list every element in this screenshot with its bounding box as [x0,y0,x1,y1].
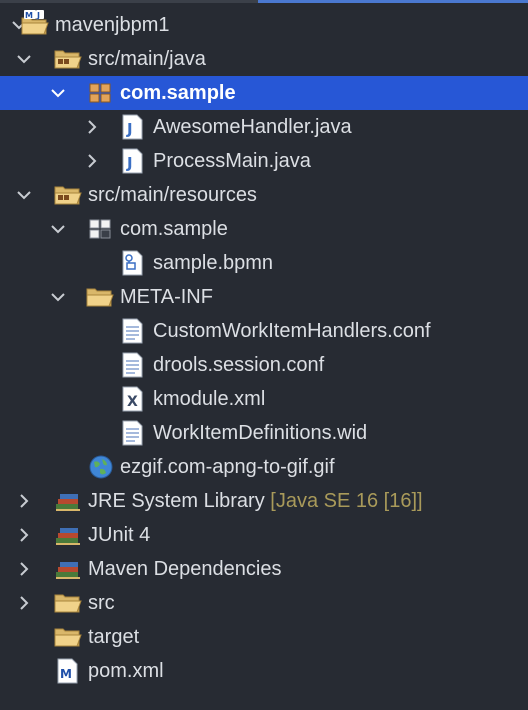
tree-item-sample-bpmn[interactable]: sample.bpmn [0,246,528,280]
maven-project-icon: M J [20,10,49,36]
tree-item-label: JRE System Library [Java SE 16 [16]] [88,484,423,518]
chevron-right-icon[interactable] [83,144,101,178]
tree-item-label: kmodule.xml [153,388,266,410]
tree-item-label: src/main/resources [88,184,257,206]
tree-item-label: Maven Dependencies [88,558,282,580]
java-file-icon: J [121,148,147,174]
tree-item-label: JUnit 4 [88,524,151,546]
svg-text:J: J [36,11,40,20]
tree-item-label: com.sample [120,218,228,240]
chevron-down-icon[interactable] [15,42,33,76]
chevron-right-icon[interactable] [15,518,33,552]
tree-item-workitem-definitions[interactable]: WorkItemDefinitions.wid [0,416,528,450]
tree-item-label: sample.bpmn [153,252,274,274]
folder-icon [86,284,114,310]
tree-item-maven-dependencies[interactable]: Maven Dependencies [0,552,528,586]
svg-text:J: J [126,154,133,172]
folder-icon [54,624,82,650]
chevron-down-icon[interactable] [49,76,67,110]
xml-file-icon: X [121,386,147,412]
svg-text:J: J [126,120,133,138]
chevron-right-icon[interactable] [15,552,33,586]
svg-text:M: M [25,11,33,20]
tree-item-label: drools.session.conf [153,354,325,376]
tree-item-target[interactable]: target [0,620,528,654]
source-folder-icon [54,182,82,208]
tree-item-resources-com-sample[interactable]: com.sample [0,212,528,246]
tree-item-label: WorkItemDefinitions.wid [153,422,368,444]
tree-item-src-main-resources[interactable]: src/main/resources [0,178,528,212]
tree-item-awesome-handler[interactable]: J AwesomeHandler.java [0,110,528,144]
top-edge-accent [258,0,528,3]
text-file-icon [121,318,147,344]
tree-item-label: target [88,626,140,648]
tree-item-src-main-java[interactable]: src/main/java [0,42,528,76]
tree-item-package-com-sample[interactable]: com.sample [0,76,528,110]
top-edge-bar [0,0,528,3]
tree-item-drools-session-conf[interactable]: drools.session.conf [0,348,528,382]
tree-item-meta-inf[interactable]: META-INF [0,280,528,314]
tree-item-src[interactable]: src [0,586,528,620]
library-icon [54,556,80,582]
tree-item-label: CustomWorkItemHandlers.conf [153,320,431,342]
folder-icon [54,590,82,616]
library-icon [54,488,80,514]
text-file-icon [121,420,147,446]
tree-item-label: ProcessMain.java [153,150,311,172]
chevron-down-icon[interactable] [15,178,33,212]
tree-item-pom-xml[interactable]: M pom.xml [0,654,528,688]
maven-pom-icon: M [56,658,82,684]
tree-item-label: pom.xml [88,660,164,682]
source-folder-icon [54,46,82,72]
tree-item-label: src/main/java [88,48,206,70]
tree-item-ezgif-gif[interactable]: ezgif.com-apng-to-gif.gif [0,450,528,484]
chevron-right-icon[interactable] [83,110,101,144]
chevron-down-icon[interactable] [49,280,67,314]
tree-item-process-main[interactable]: J ProcessMain.java [0,144,528,178]
globe-icon [88,454,114,480]
top-edge-left [0,0,258,3]
tree-item-project[interactable]: M J mavenjbpm1 [0,8,528,42]
java-file-icon: J [121,114,147,140]
tree-item-label: com.sample [120,82,236,104]
tree-item-custom-handlers-conf[interactable]: CustomWorkItemHandlers.conf [0,314,528,348]
tree-item-label: ezgif.com-apng-to-gif.gif [120,456,335,478]
tree-item-label: mavenjbpm1 [55,14,170,36]
bpmn-file-icon [121,250,147,276]
chevron-right-icon[interactable] [15,586,33,620]
tree-item-label: META-INF [120,286,213,308]
tree-item-jre-system-library[interactable]: JRE System Library [Java SE 16 [16]] [0,484,528,518]
tree-item-junit[interactable]: JUnit 4 [0,518,528,552]
library-version-decoration: [Java SE 16 [16]] [270,490,423,512]
package-icon [88,216,114,242]
svg-text:X: X [127,394,138,410]
library-icon [54,522,80,548]
chevron-right-icon[interactable] [15,484,33,518]
package-explorer-tree: M J mavenjbpm1 src/main/java com.sample … [0,8,528,688]
tree-item-label: AwesomeHandler.java [153,116,352,138]
library-name: JRE System Library [88,490,265,512]
svg-text:M: M [60,667,72,681]
package-icon [88,80,114,106]
chevron-down-icon[interactable] [49,212,67,246]
tree-item-kmodule-xml[interactable]: X kmodule.xml [0,382,528,416]
text-file-icon [121,352,147,378]
tree-item-label: src [88,592,115,614]
